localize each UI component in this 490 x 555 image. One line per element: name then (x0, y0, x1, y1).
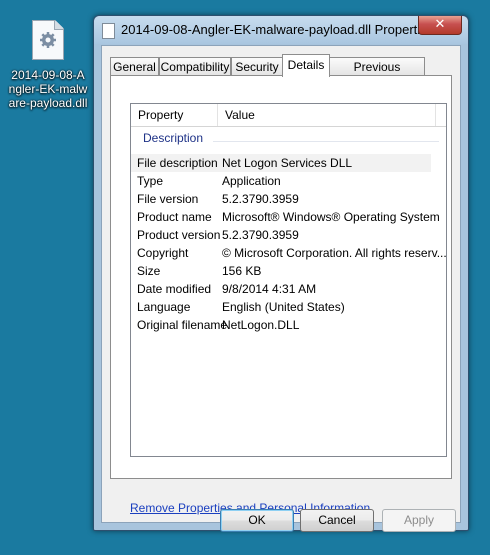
property-value: 5.2.3790.3959 (222, 228, 299, 242)
dll-file-gear-icon (32, 20, 64, 60)
desktop-file-icon[interactable]: 2014-09-08-Angler-EK-malware-payload.dll (8, 20, 88, 110)
property-name: Type (137, 174, 164, 188)
property-value: Application (222, 174, 281, 188)
tab-compatibility[interactable]: Compatibility (159, 57, 231, 76)
window-title: 2014-09-08-Angler-EK-malware-payload.dll… (121, 22, 434, 37)
tab-previous-versions[interactable]: Previous Versions (329, 57, 425, 92)
title-bar[interactable]: 2014-09-08-Angler-EK-malware-payload.dll… (94, 16, 468, 44)
property-name: Date modified (137, 282, 212, 296)
list-item[interactable]: File description Net Logon Services DLL (131, 154, 431, 172)
property-name: Copyright (137, 246, 189, 260)
cancel-button[interactable]: Cancel (300, 509, 374, 532)
list-item[interactable]: Language English (United States) (131, 298, 431, 316)
list-item[interactable]: Date modified 9/8/2014 4:31 AM (131, 280, 431, 298)
property-value: Net Logon Services DLL (222, 156, 353, 170)
tab-details[interactable]: Details (282, 54, 330, 77)
property-name: Original filename (137, 318, 228, 332)
property-column-header[interactable]: Property (131, 104, 218, 126)
group-header-description: Description (143, 131, 204, 145)
ok-button[interactable]: OK (220, 509, 294, 532)
property-name: Product name (137, 210, 212, 224)
property-name: File version (137, 192, 199, 206)
group-divider (213, 141, 439, 142)
properties-window: 2014-09-08-Angler-EK-malware-payload.dll… (93, 15, 469, 532)
property-name: File description (137, 156, 218, 170)
property-value: 5.2.3790.3959 (222, 192, 299, 206)
details-tab-panel: Property Value Description File descript… (110, 75, 452, 515)
tab-security[interactable]: Security (231, 57, 283, 76)
property-name: Product version (137, 228, 221, 242)
list-item[interactable]: Size 156 KB (131, 262, 431, 280)
dialog-client-area: General Compatibility Security Details P… (101, 45, 461, 532)
apply-button[interactable]: Apply (382, 509, 456, 532)
property-value: NetLogon.DLL (222, 318, 300, 332)
list-item[interactable]: Original filename NetLogon.DLL (131, 316, 431, 334)
close-button[interactable]: ✕ (418, 16, 462, 35)
document-icon (102, 23, 115, 39)
property-value: 9/8/2014 4:31 AM (222, 282, 317, 296)
details-list[interactable]: Property Value Description File descript… (130, 103, 447, 457)
property-name: Size (137, 264, 161, 278)
list-header: Property Value (131, 104, 446, 127)
desktop-file-label: 2014-09-08-Angler-EK-malware-payload.dll (8, 68, 88, 110)
property-name: Language (137, 300, 191, 314)
list-item[interactable]: Product name Microsoft® Windows® Operati… (131, 208, 440, 226)
property-value: 156 KB (222, 264, 262, 278)
tab-general[interactable]: General (110, 57, 159, 76)
list-item[interactable]: Copyright © Microsoft Corporation. All r… (131, 244, 447, 262)
property-value: English (United States) (222, 300, 345, 314)
list-item[interactable]: File version 5.2.3790.3959 (131, 190, 431, 208)
list-item[interactable]: Type Application (131, 172, 431, 190)
list-item[interactable]: Product version 5.2.3790.3959 (131, 226, 431, 244)
property-value: Microsoft® Windows® Operating System (222, 210, 440, 224)
property-value: © Microsoft Corporation. All rights rese… (222, 246, 447, 260)
value-column-header[interactable]: Value (218, 104, 436, 126)
